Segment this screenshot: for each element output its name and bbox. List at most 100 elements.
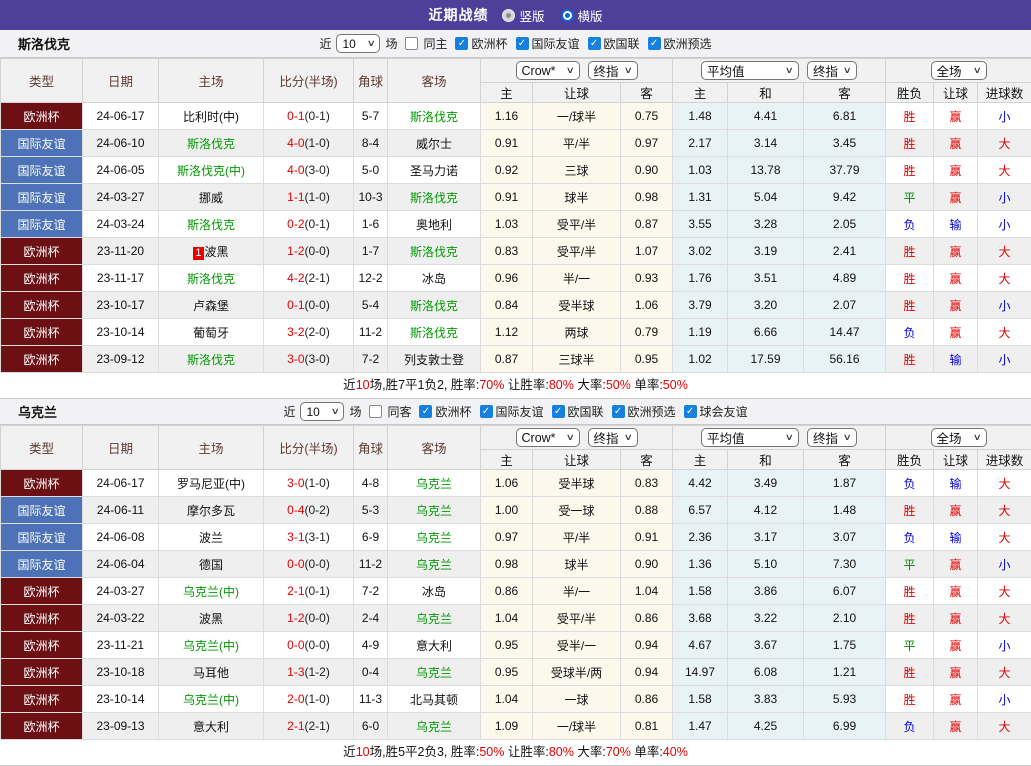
subcol-handicap-home: 主	[481, 450, 533, 470]
euro-draw-odds: 3.67	[728, 632, 804, 659]
euro-company-select[interactable]: 平均值∨	[701, 428, 799, 447]
matches-table: 类型 日期 主场 比分(半场) 角球 客场 Crow*∨ 终指∨ 平均值	[0, 58, 1031, 373]
result-win-draw-lose: 胜	[886, 497, 934, 524]
result-handicap: 赢	[934, 578, 978, 605]
competition-type: 国际友谊	[1, 157, 83, 184]
league-checkbox[interactable]: ✓	[588, 37, 601, 50]
result-goals-size: 大	[978, 265, 1031, 292]
competition-type: 欧洲杯	[1, 470, 83, 497]
handicap-line: 一球	[533, 686, 621, 713]
corner-score: 5-4	[354, 292, 388, 319]
horizontal-layout-radio-option[interactable]: 横版	[561, 6, 603, 25]
col-header-away: 客场	[388, 59, 481, 103]
euro-time-select[interactable]: 终指 ∨	[807, 428, 857, 447]
league-checkbox[interactable]: ✓	[516, 37, 529, 50]
result-win-draw-lose: 负	[886, 470, 934, 497]
summary-segment: 让胜率:	[504, 378, 548, 392]
filter-bar: 近10∨场同客✓欧洲杯✓国际友谊✓欧国联✓欧洲预选✓球会友谊	[283, 402, 747, 421]
subcol-handicap-away: 客	[621, 83, 673, 103]
euro-draw-odds: 3.22	[728, 605, 804, 632]
result-handicap: 赢	[934, 292, 978, 319]
away-team: 乌克兰	[388, 524, 481, 551]
radio-selected-icon[interactable]	[561, 9, 574, 22]
away-team: 列支敦士登	[388, 346, 481, 373]
match-date: 24-03-22	[83, 605, 159, 632]
handicap-away-odds: 1.07	[621, 238, 673, 265]
match-count-select[interactable]: 10∨	[300, 402, 344, 421]
handicap-company-select[interactable]: Crow*∨	[516, 61, 580, 80]
summary-segment: 80%	[549, 745, 574, 759]
result-handicap: 赢	[934, 130, 978, 157]
euro-time-value: 终指	[813, 428, 838, 447]
league-checkbox[interactable]: ✓	[684, 405, 697, 418]
result-handicap: 赢	[934, 184, 978, 211]
handicap-time-value: 终指	[594, 61, 619, 80]
match-row: 欧洲杯24-03-22波黑1-2(0-0)2-4乌克兰1.04受平/半0.863…	[1, 605, 1031, 632]
chevron-down-icon: ∨	[566, 432, 575, 443]
handicap-away-odds: 0.75	[621, 103, 673, 130]
league-checkbox[interactable]: ✓	[552, 405, 565, 418]
competition-type: 国际友谊	[1, 524, 83, 551]
league-checkbox[interactable]: ✓	[612, 405, 625, 418]
match-count-select[interactable]: 10∨	[336, 34, 380, 53]
same-venue-checkbox[interactable]	[369, 405, 382, 418]
result-goals-size: 小	[978, 184, 1031, 211]
radio-unselected-icon[interactable]	[502, 9, 515, 22]
league-checkbox[interactable]: ✓	[480, 405, 493, 418]
home-team: 斯洛伐克	[159, 265, 264, 292]
match-date: 24-06-08	[83, 524, 159, 551]
summary-segment: 50%	[663, 378, 688, 392]
chevron-down-icon: ∨	[843, 432, 852, 443]
away-team: 北马其顿	[388, 686, 481, 713]
euro-company-value: 平均值	[707, 428, 745, 447]
match-row: 国际友谊24-06-04德国0-0(0-0)11-2乌克兰0.98球半0.901…	[1, 551, 1031, 578]
match-count-value: 10	[342, 37, 355, 51]
result-win-draw-lose: 胜	[886, 346, 934, 373]
match-count-value: 10	[306, 405, 319, 419]
handicap-home-odds: 1.03	[481, 211, 533, 238]
same-venue-checkbox[interactable]	[405, 37, 418, 50]
match-score: 3-1(3-1)	[264, 524, 354, 551]
match-date: 24-06-17	[83, 103, 159, 130]
summary-segment: 让胜率:	[504, 745, 548, 759]
result-goals-size: 小	[978, 103, 1031, 130]
handicap-company-select[interactable]: Crow*∨	[516, 428, 580, 447]
euro-time-select[interactable]: 终指∨	[807, 61, 857, 80]
match-row: 国际友谊24-03-27挪威1-1(1-0)10-3斯洛伐克0.91球半0.98…	[1, 184, 1031, 211]
corner-score: 10-3	[354, 184, 388, 211]
competition-type: 欧洲杯	[1, 632, 83, 659]
league-checkbox[interactable]: ✓	[455, 37, 468, 50]
result-win-draw-lose: 胜	[886, 265, 934, 292]
vertical-layout-radio-option[interactable]: 竖版	[502, 6, 544, 25]
away-team: 斯洛伐克	[388, 319, 481, 346]
scope-select[interactable]: 全场∨	[931, 61, 987, 80]
euro-away-odds: 4.89	[804, 265, 886, 292]
league-checkbox[interactable]: ✓	[648, 37, 661, 50]
home-team: 波兰	[159, 524, 264, 551]
corner-score: 11-3	[354, 686, 388, 713]
handicap-home-odds: 0.96	[481, 265, 533, 292]
red-card-badge: 1	[193, 247, 203, 260]
team-name: 乌克兰	[18, 402, 57, 421]
handicap-line: 受半球	[533, 292, 621, 319]
near-label: 近	[283, 403, 295, 420]
league-label: 国际友谊	[532, 35, 580, 52]
league-checkbox[interactable]: ✓	[419, 405, 432, 418]
result-goals-size: 大	[978, 605, 1031, 632]
result-win-draw-lose: 负	[886, 211, 934, 238]
away-team: 冰岛	[388, 578, 481, 605]
euro-company-select[interactable]: 平均值∨	[701, 61, 799, 80]
section-slovakia: 斯洛伐克 近10∨场同主✓欧洲杯✓国际友谊✓欧国联✓欧洲预选 类型 日期 主场 …	[0, 30, 1031, 398]
handicap-time-select[interactable]: 终指∨	[588, 428, 638, 447]
euro-home-odds: 1.47	[673, 713, 728, 740]
competition-type: 国际友谊	[1, 130, 83, 157]
away-team: 奥地利	[388, 211, 481, 238]
league-label: 欧国联	[604, 35, 640, 52]
handicap-home-odds: 1.09	[481, 713, 533, 740]
handicap-time-select[interactable]: 终指∨	[588, 61, 638, 80]
match-score: 4-0(1-0)	[264, 130, 354, 157]
euro-draw-odds: 6.08	[728, 659, 804, 686]
euro-away-odds: 2.07	[804, 292, 886, 319]
corner-score: 11-2	[354, 319, 388, 346]
scope-select[interactable]: 全场∨	[931, 428, 987, 447]
